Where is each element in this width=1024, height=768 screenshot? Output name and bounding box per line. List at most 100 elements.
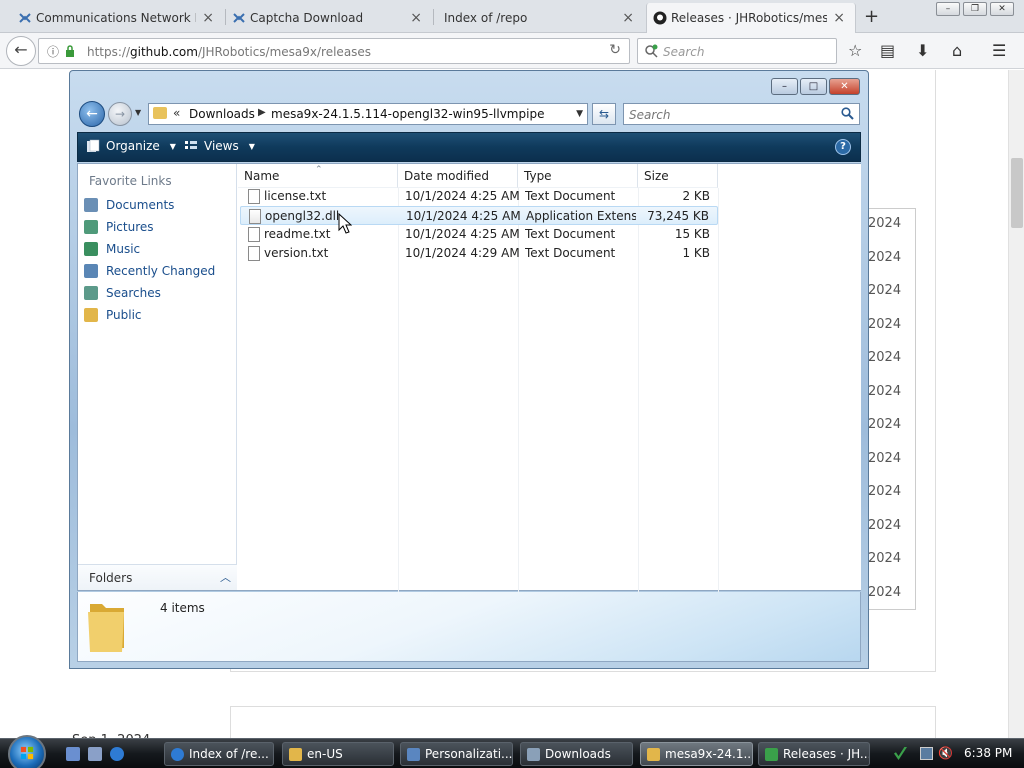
url-scheme: https:// <box>87 45 131 59</box>
recent-pages-dropdown-icon[interactable]: ▼ <box>135 108 141 117</box>
url-bar[interactable]: ⓘ https://github.com/JHRobotics/mesa9x/r… <box>38 38 630 64</box>
tab-close-icon[interactable]: × <box>202 10 214 26</box>
reading-list-icon[interactable]: ▤ <box>880 41 895 60</box>
chevron-down-icon: ▼ <box>248 141 255 151</box>
file-row[interactable]: version.txt 10/1/2024 4:29 AM Text Docum… <box>240 244 718 263</box>
browser-tab-active[interactable]: Releases · JHRobotics/mesa9 × <box>646 3 856 33</box>
address-dropdown-icon[interactable]: ▼ <box>576 109 583 119</box>
nav-item-label: Music <box>106 242 141 256</box>
folder-icon <box>289 748 302 761</box>
explorer-maximize-button[interactable]: □ <box>800 78 827 95</box>
site-favicon-icon <box>233 13 245 23</box>
column-label: Type <box>524 169 552 183</box>
refresh-button[interactable]: ⇆ <box>592 103 616 125</box>
nav-item-recently-changed[interactable]: Recently Changed <box>84 261 215 281</box>
taskbar-task[interactable]: Index of /re... <box>164 742 274 766</box>
explorer-back-button[interactable]: ← <box>79 101 105 127</box>
explorer-close-button[interactable]: ✕ <box>829 78 860 95</box>
tab-close-icon[interactable]: × <box>833 10 845 26</box>
file-size: 15 KB <box>674 227 710 241</box>
tab-close-icon[interactable]: × <box>622 10 634 26</box>
taskbar-task[interactable]: Releases · JH... <box>758 742 870 766</box>
column-header-type[interactable]: Type <box>518 164 638 188</box>
reload-icon[interactable]: ↻ <box>609 42 621 58</box>
clock[interactable]: 6:38 PM <box>964 746 1012 760</box>
internet-explorer-icon[interactable] <box>110 747 124 761</box>
help-icon[interactable]: ? <box>835 139 851 155</box>
browser-search-box[interactable]: Search <box>637 38 837 64</box>
bookmark-star-icon[interactable]: ☆ <box>848 41 862 60</box>
browser-tab[interactable]: Communications Network I × <box>12 3 224 33</box>
folder-icon <box>88 604 124 652</box>
column-header-size[interactable]: Size <box>638 164 718 188</box>
start-button[interactable] <box>8 735 46 768</box>
folders-toggle[interactable]: Folders ︿ <box>78 564 237 590</box>
browser-tab[interactable]: Captcha Download × <box>226 3 432 33</box>
nav-item-pictures[interactable]: Pictures <box>84 217 154 237</box>
volume-muted-icon[interactable]: 🔇 <box>938 747 953 760</box>
explorer-minimize-button[interactable]: – <box>771 78 798 95</box>
file-row[interactable]: readme.txt 10/1/2024 4:25 AM Text Docume… <box>240 225 718 244</box>
taskbar-task-active[interactable]: mesa9x-24.1.... <box>640 742 753 766</box>
breadcrumb-downloads[interactable]: Downloads <box>189 107 255 121</box>
url-text: https://github.com/JHRobotics/mesa9x/rel… <box>87 45 371 59</box>
asset-date: 2024 <box>868 216 902 231</box>
asset-date: 2024 <box>868 451 902 466</box>
nav-item-music[interactable]: Music <box>84 239 140 259</box>
file-name: opengl32.dll <box>265 209 340 223</box>
text-file-icon <box>248 246 260 261</box>
asset-date: 2024 <box>868 417 902 432</box>
checkmark-icon[interactable] <box>894 747 907 760</box>
nav-item-public[interactable]: Public <box>84 305 142 325</box>
search-icon[interactable] <box>841 107 854 120</box>
organize-button[interactable]: Organize ▼ <box>86 139 176 153</box>
nav-item-label: Recently Changed <box>106 264 216 278</box>
file-size: 73,245 KB <box>647 209 709 223</box>
minimize-button[interactable]: – <box>936 2 960 16</box>
column-header-name[interactable]: ⌃ Name <box>238 164 398 188</box>
folder-icon <box>647 748 660 761</box>
address-overflow[interactable]: « <box>173 106 180 120</box>
views-button[interactable]: Views ▼ <box>184 139 255 153</box>
show-desktop-icon[interactable] <box>66 747 80 761</box>
scrollbar-thumb[interactable] <box>1011 158 1023 228</box>
nav-item-label: Public <box>106 308 142 322</box>
file-row[interactable]: opengl32.dll 10/1/2024 4:25 AM Applicati… <box>240 206 718 225</box>
url-path: /JHRobotics/mesa9x/releases <box>197 45 372 59</box>
info-icon[interactable]: ⓘ <box>47 43 59 60</box>
close-window-button[interactable]: ✕ <box>990 2 1014 16</box>
dll-file-icon <box>249 209 261 224</box>
column-header-date-modified[interactable]: Date modified <box>398 164 518 188</box>
network-icon[interactable] <box>920 747 933 760</box>
breadcrumb-current-folder[interactable]: mesa9x-24.1.5.114-opengl32-win95-llvmpip… <box>271 107 544 121</box>
browser-back-button[interactable]: ← <box>6 36 36 66</box>
new-tab-button[interactable]: + <box>864 6 879 27</box>
home-icon[interactable]: ⌂ <box>952 41 962 60</box>
file-row[interactable]: license.txt 10/1/2024 4:25 AM Text Docum… <box>240 187 718 206</box>
asset-date: 2024 <box>868 585 902 600</box>
breadcrumb-separator[interactable]: ▶ <box>258 107 266 118</box>
task-label: mesa9x-24.1.... <box>665 747 753 761</box>
menu-icon[interactable]: ☰ <box>992 41 1006 60</box>
explorer-search-box[interactable]: Search <box>623 103 860 125</box>
nav-item-searches[interactable]: Searches <box>84 283 161 303</box>
page-scrollbar[interactable] <box>1008 70 1024 738</box>
nav-item-label: Documents <box>106 198 175 212</box>
explorer-forward-button[interactable]: → <box>108 102 132 126</box>
asset-date: 2024 <box>868 518 902 533</box>
file-type: Application Extens... <box>526 209 636 223</box>
folder-icon <box>153 107 167 119</box>
tab-close-icon[interactable]: × <box>410 10 422 26</box>
nav-item-documents[interactable]: Documents <box>84 195 174 215</box>
restore-button[interactable]: ❐ <box>963 2 987 16</box>
explorer-address-bar[interactable]: « Downloads ▶ mesa9x-24.1.5.114-opengl32… <box>148 103 588 125</box>
taskbar-task[interactable]: Downloads <box>520 742 633 766</box>
taskbar-task[interactable]: Personalizati... <box>400 742 513 766</box>
switch-windows-icon[interactable] <box>88 747 102 761</box>
downloads-icon[interactable]: ⬇ <box>916 41 929 60</box>
views-label: Views <box>204 139 239 153</box>
browser-tab[interactable]: Index of /repo × <box>434 3 644 33</box>
taskbar-task[interactable]: en-US <box>282 742 394 766</box>
task-label: Downloads <box>545 747 611 761</box>
file-list: ⌃ Name Date modified Type Size license.t… <box>238 164 861 592</box>
